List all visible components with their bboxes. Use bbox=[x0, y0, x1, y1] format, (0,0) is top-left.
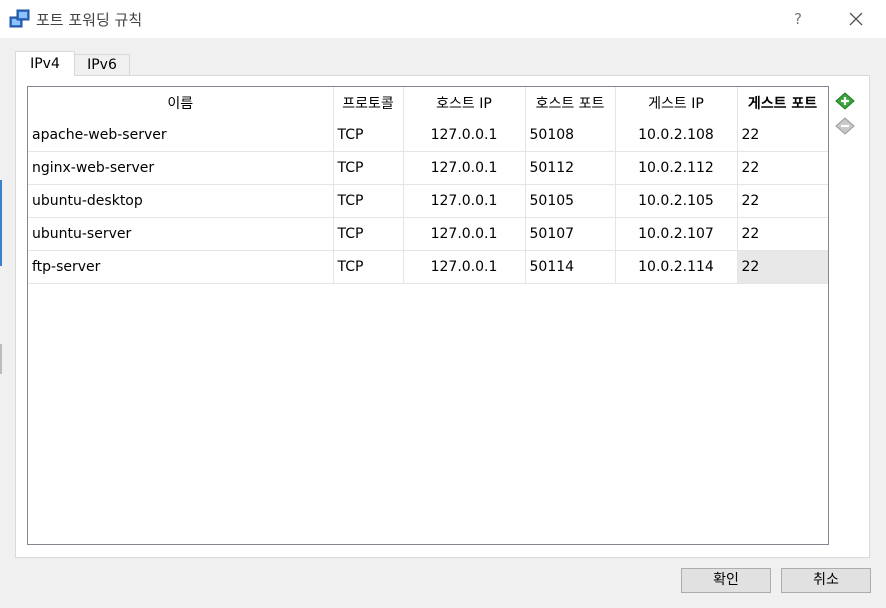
add-rule-button[interactable] bbox=[833, 89, 857, 111]
table-row[interactable]: ubuntu-desktop TCP 127.0.0.1 50105 10.0.… bbox=[28, 184, 828, 218]
cell-host-port[interactable]: 50108 bbox=[525, 119, 616, 152]
cell-host-ip[interactable]: 127.0.0.1 bbox=[403, 217, 526, 251]
cell-name[interactable]: apache-web-server bbox=[28, 119, 334, 152]
cell-protocol[interactable]: TCP bbox=[333, 184, 404, 218]
tab-ipv6[interactable]: IPv6 bbox=[75, 54, 130, 75]
close-icon bbox=[849, 12, 863, 26]
background-window-edge bbox=[0, 38, 2, 608]
cell-protocol[interactable]: TCP bbox=[333, 151, 404, 185]
column-header-protocol[interactable]: 프로토콜 bbox=[333, 87, 404, 119]
port-forwarding-table[interactable]: 이름 프로토콜 호스트 IP 호스트 포트 게스트 IP 게스트 포트 apac… bbox=[27, 86, 829, 545]
remove-rule-icon bbox=[835, 117, 855, 135]
table-row[interactable]: ftp-server TCP 127.0.0.1 50114 10.0.2.11… bbox=[28, 250, 828, 284]
cell-guest-port[interactable]: 22 bbox=[737, 119, 828, 152]
cell-name[interactable]: ubuntu-server bbox=[28, 217, 334, 251]
add-rule-icon bbox=[835, 92, 855, 110]
cell-guest-port[interactable]: 22 bbox=[737, 151, 828, 185]
cell-host-port[interactable]: 50107 bbox=[525, 217, 616, 251]
cell-host-ip[interactable]: 127.0.0.1 bbox=[403, 151, 526, 185]
ok-button[interactable]: 확인 bbox=[681, 568, 771, 593]
cell-name[interactable]: ftp-server bbox=[28, 250, 334, 284]
table-header: 이름 프로토콜 호스트 IP 호스트 포트 게스트 IP 게스트 포트 bbox=[28, 87, 828, 119]
column-header-host-port[interactable]: 호스트 포트 bbox=[525, 87, 616, 119]
title-bar: 포트 포워딩 규칙 ? bbox=[0, 0, 886, 38]
cell-name[interactable]: ubuntu-desktop bbox=[28, 184, 334, 218]
column-header-guest-port[interactable]: 게스트 포트 bbox=[737, 87, 828, 119]
tab-ipv4[interactable]: IPv4 bbox=[15, 51, 75, 76]
cell-host-port[interactable]: 50105 bbox=[525, 184, 616, 218]
help-button[interactable]: ? bbox=[782, 5, 814, 33]
table-row[interactable]: apache-web-server TCP 127.0.0.1 50108 10… bbox=[28, 119, 828, 152]
column-header-guest-ip[interactable]: 게스트 IP bbox=[615, 87, 738, 119]
column-header-host-ip[interactable]: 호스트 IP bbox=[403, 87, 526, 119]
table-row[interactable]: ubuntu-server TCP 127.0.0.1 50107 10.0.2… bbox=[28, 217, 828, 251]
cell-host-port[interactable]: 50114 bbox=[525, 250, 616, 284]
window-title: 포트 포워딩 규칙 bbox=[36, 11, 143, 29]
cancel-button[interactable]: 취소 bbox=[781, 568, 871, 593]
close-button[interactable] bbox=[840, 5, 872, 33]
cell-guest-ip[interactable]: 10.0.2.107 bbox=[615, 217, 738, 251]
cell-guest-ip[interactable]: 10.0.2.114 bbox=[615, 250, 738, 284]
cell-protocol[interactable]: TCP bbox=[333, 217, 404, 251]
column-header-name[interactable]: 이름 bbox=[28, 87, 334, 119]
table-row[interactable]: nginx-web-server TCP 127.0.0.1 50112 10.… bbox=[28, 151, 828, 185]
cell-guest-ip[interactable]: 10.0.2.105 bbox=[615, 184, 738, 218]
cell-host-ip[interactable]: 127.0.0.1 bbox=[403, 119, 526, 152]
remove-rule-button[interactable] bbox=[833, 114, 857, 136]
cell-guest-ip[interactable]: 10.0.2.112 bbox=[615, 151, 738, 185]
cell-guest-port[interactable]: 22 bbox=[737, 184, 828, 218]
cell-host-port[interactable]: 50112 bbox=[525, 151, 616, 185]
cell-guest-port[interactable]: 22 bbox=[737, 217, 828, 251]
cell-host-ip[interactable]: 127.0.0.1 bbox=[403, 250, 526, 284]
cell-guest-port[interactable]: 22 bbox=[737, 250, 828, 284]
cell-protocol[interactable]: TCP bbox=[333, 119, 404, 152]
cell-guest-ip[interactable]: 10.0.2.108 bbox=[615, 119, 738, 152]
cell-protocol[interactable]: TCP bbox=[333, 250, 404, 284]
network-window-icon bbox=[9, 8, 31, 30]
cell-name[interactable]: nginx-web-server bbox=[28, 151, 334, 185]
cell-host-ip[interactable]: 127.0.0.1 bbox=[403, 184, 526, 218]
